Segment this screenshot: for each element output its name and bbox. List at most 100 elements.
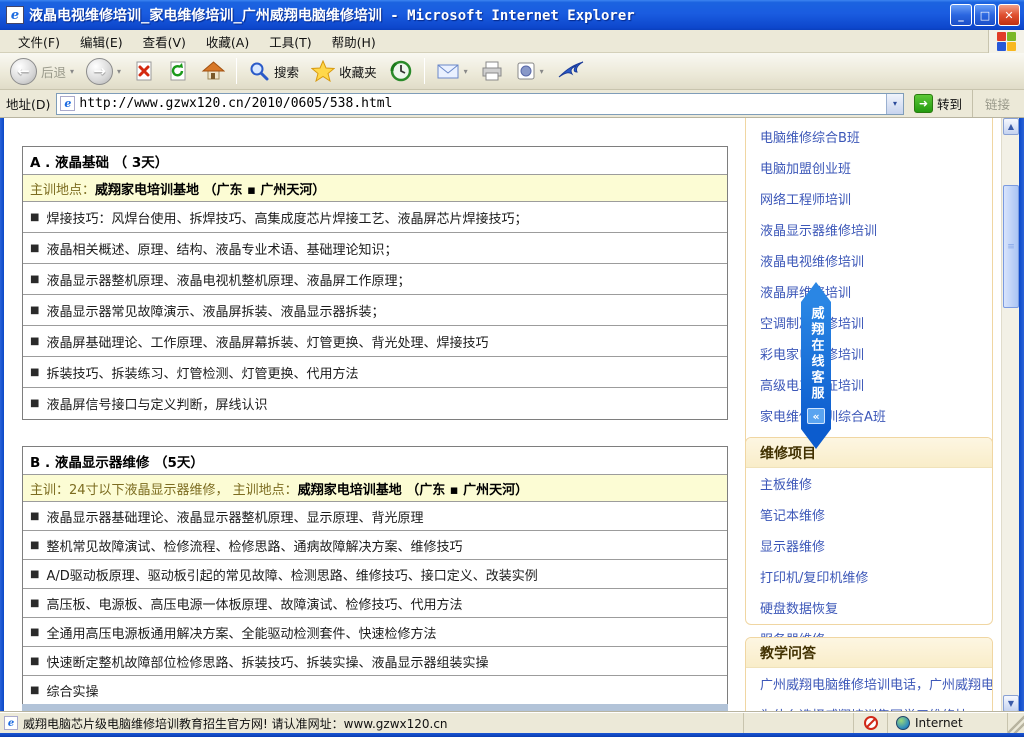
back-label: 后退 <box>41 62 66 81</box>
window-right-border <box>1019 118 1024 712</box>
window-title: 液晶电视维修培训_家电维修培训_广州威翔电脑维修培训 - Microsoft I… <box>29 5 950 25</box>
refresh-icon <box>167 60 189 82</box>
address-dropdown-icon[interactable]: ▾ <box>886 94 903 114</box>
collapse-banner-icon[interactable]: « <box>807 408 825 424</box>
banner-text: 威翔在线客服 <box>807 306 826 402</box>
search-label: 搜索 <box>274 62 299 81</box>
sidebar-link-repair[interactable]: 显示器维修 <box>746 530 992 561</box>
online-service-banner[interactable]: 威翔在线客服 « <box>801 282 831 449</box>
mail-dropdown-icon[interactable]: ▾ <box>464 67 468 76</box>
topic-text: 高压板、电源板、高压电源一体板原理、故障演试、检修技巧、代用方法 <box>46 594 462 613</box>
menu-file[interactable]: 文件(F) <box>8 29 70 54</box>
address-field[interactable]: e http://www.gzwx120.cn/2010/0605/538.ht… <box>56 93 904 115</box>
media-dropdown-icon[interactable]: ▾ <box>540 67 544 76</box>
home-button[interactable] <box>197 58 229 84</box>
sidebar-link-course[interactable]: 网络工程师培训 <box>746 183 992 214</box>
location-prefix: 主训：24寸以下液晶显示器维修， 主训地点： <box>30 479 298 498</box>
vertical-scrollbar[interactable]: ▲ ≡ ▼ <box>1001 118 1019 712</box>
menu-view[interactable]: 查看(V) <box>133 29 196 54</box>
topic-text: 液晶屏信号接口与定义判断，屏线认识 <box>46 394 267 413</box>
sidebar-link-repair[interactable]: 硬盘数据恢复 <box>746 592 992 623</box>
bullet-icon: ■ <box>30 274 39 285</box>
table-row: ■A/D驱动板原理、驱动板引起的常见故障、检测思路、维修技巧、接口定义、改装实例 <box>23 560 727 589</box>
sidebar-link-course[interactable]: 家电维修培训综合A班 <box>746 400 992 431</box>
sidebar-link-repair[interactable]: 主板维修 <box>746 468 992 499</box>
course-table-a: A . 液晶基础 （ 3天） 主训地点： 威翔家电培训基地 （广东 ▪ 广州天河… <box>22 146 728 420</box>
close-button[interactable]: ✕ <box>998 4 1020 26</box>
bullet-icon: ■ <box>30 212 39 223</box>
status-ie-icon: e <box>4 716 18 730</box>
topic-text: 综合实操 <box>46 681 98 700</box>
table-row: ■液晶显示器常见故障演示、液晶屏拆装、液晶显示器拆装； <box>23 295 727 326</box>
media-button[interactable]: ▾ <box>512 59 548 83</box>
topic-text: 焊接技巧：风焊台使用、拆焊技巧、高集成度芯片焊接工艺、液晶屏芯片焊接技巧； <box>46 208 527 227</box>
bullet-icon: ■ <box>30 398 39 409</box>
page-ie-icon: e <box>60 96 75 111</box>
search-button[interactable]: 搜索 <box>244 58 303 84</box>
go-label: 转到 <box>937 94 962 113</box>
status-zone-pane: Internet <box>888 713 1008 733</box>
menu-edit[interactable]: 编辑(E) <box>70 29 133 54</box>
back-button[interactable]: ← 后退 ▾ <box>6 56 78 87</box>
resize-grip[interactable] <box>1008 713 1024 733</box>
scroll-down-icon[interactable]: ▼ <box>1003 695 1019 712</box>
thunder-button[interactable] <box>552 57 590 85</box>
address-bar: 地址(D) e http://www.gzwx120.cn/2010/0605/… <box>0 90 1024 118</box>
topic-text: A/D驱动板原理、驱动板引起的常见故障、检测思路、维修技巧、接口定义、改装实例 <box>46 565 537 584</box>
sidebar-link-course[interactable]: 电脑加盟创业班 <box>746 152 992 183</box>
maximize-button[interactable]: □ <box>974 4 996 26</box>
star-icon <box>311 60 335 82</box>
sidebar-link-course[interactable]: 空调制冷维修培训 <box>746 307 992 338</box>
address-input[interactable]: http://www.gzwx120.cn/2010/0605/538.html <box>79 96 886 111</box>
table-row: ■ 焊接技巧：风焊台使用、拆焊技巧、高集成度芯片焊接工艺、液晶屏芯片焊接技巧； <box>23 202 727 233</box>
sidebar-link-repair[interactable]: 打印机/复印机维修 <box>746 561 992 592</box>
footer-strip <box>22 704 728 712</box>
sidebar-link-course[interactable]: 高级电工考证培训 <box>746 369 992 400</box>
back-icon: ← <box>10 58 37 85</box>
stop-button[interactable] <box>129 58 159 84</box>
stop-icon <box>133 60 155 82</box>
page-content: A . 液晶基础 （ 3天） 主训地点： 威翔家电培训基地 （广东 ▪ 广州天河… <box>4 118 1001 712</box>
scrollbar-thumb[interactable]: ≡ <box>1003 185 1019 308</box>
minimize-button[interactable]: _ <box>950 4 972 26</box>
bullet-icon: ■ <box>30 511 39 522</box>
mail-button[interactable]: ▾ <box>432 59 472 83</box>
refresh-button[interactable] <box>163 58 193 84</box>
bullet-icon: ■ <box>30 627 39 638</box>
sidebar-link-qa[interactable]: 为什么选择威翔培训集团学习维修技 <box>746 699 992 712</box>
forward-dropdown-icon[interactable]: ▾ <box>117 67 121 76</box>
status-pane-empty <box>744 713 854 733</box>
course-table-b: B . 液晶显示器维修 （5天） 主训：24寸以下液晶显示器维修， 主训地点： … <box>22 446 728 706</box>
topic-text: 拆装技巧、拆装练习、灯管检测、灯管更换、代用方法 <box>46 363 358 382</box>
status-pane-blocked <box>854 713 888 733</box>
table-row: ■ 拆装技巧、拆装练习、灯管检测、灯管更换、代用方法 <box>23 357 727 388</box>
title-bar: e 液晶电视维修培训_家电维修培训_广州威翔电脑维修培训 - Microsoft… <box>0 0 1024 30</box>
menu-favorites[interactable]: 收藏(A) <box>196 29 259 54</box>
print-button[interactable] <box>476 58 508 84</box>
sidebar-link-qa[interactable]: 广州威翔电脑维修培训电话，广州威翔电脑 <box>746 668 992 699</box>
navigation-toolbar: ← 后退 ▾ → ▾ 搜索 <box>0 53 1024 90</box>
menu-tools[interactable]: 工具(T) <box>259 29 321 54</box>
topic-text: 液晶屏基础理论、工作原理、液晶屏幕拆装、灯管更换、背光处理、焊接技巧 <box>46 332 488 351</box>
back-dropdown-icon[interactable]: ▾ <box>70 67 74 76</box>
bullet-icon: ■ <box>30 367 39 378</box>
scroll-up-icon[interactable]: ▲ <box>1003 118 1019 135</box>
print-icon <box>480 60 504 82</box>
go-button[interactable]: ➜ 转到 <box>910 94 966 113</box>
sidebar-link-course[interactable]: 液晶显示器维修培训 <box>746 214 992 245</box>
sidebar-link-course[interactable]: 液晶屏维修培训 <box>746 276 992 307</box>
bullet-icon: ■ <box>30 656 39 667</box>
banner-bottom-ribbon <box>801 429 831 449</box>
sidebar-link-course[interactable]: 彩电家电维修培训 <box>746 338 992 369</box>
sidebar-link-repair[interactable]: 笔记本维修 <box>746 499 992 530</box>
menu-help[interactable]: 帮助(H) <box>322 29 386 54</box>
favorites-button[interactable]: 收藏夹 <box>307 58 381 84</box>
forward-button[interactable]: → ▾ <box>82 56 125 87</box>
sidebar-link-course[interactable]: 电脑维修综合B班 <box>746 121 992 152</box>
section-b-location-row: 主训：24寸以下液晶显示器维修， 主训地点： 威翔家电培训基地 （广东 ▪ 广州… <box>23 475 727 502</box>
history-button[interactable] <box>385 57 417 85</box>
sidebar-link-course[interactable]: 液晶电视维修培训 <box>746 245 992 276</box>
table-row: ■整机常见故障演试、检修流程、检修思路、通病故障解决方案、维修技巧 <box>23 531 727 560</box>
links-toolbar-label[interactable]: 链接 <box>972 90 1018 117</box>
topic-text: 液晶显示器整机原理、液晶电视机整机原理、液晶屏工作原理； <box>46 270 410 289</box>
